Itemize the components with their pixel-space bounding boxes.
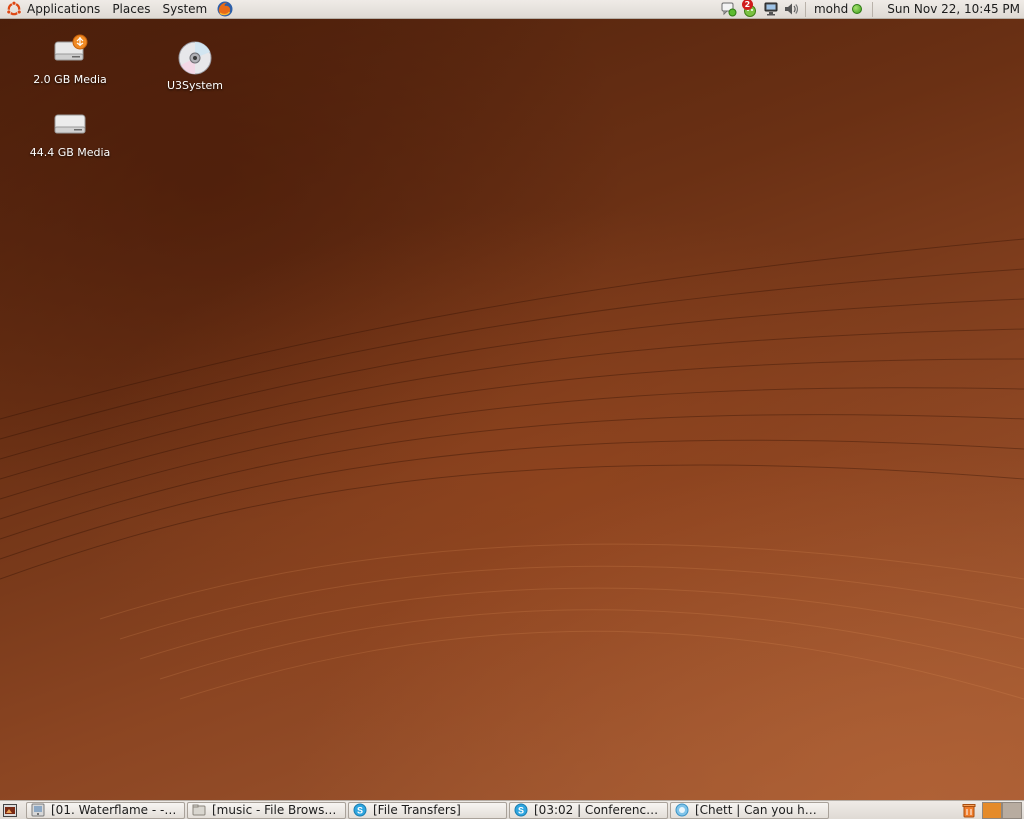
workspace-2[interactable]: [1002, 801, 1022, 819]
top-panel: Applications Places System 2 mohd Sun No…: [0, 0, 1024, 19]
task-button-conference-call[interactable]: S [03:02 | Conference Ca...: [509, 801, 668, 819]
workspace-1[interactable]: [982, 801, 1002, 819]
desktop-icon-label: U3System: [166, 79, 224, 92]
bottom-panel: [01. Waterflame - -Con... [music - File …: [0, 800, 1024, 819]
hard-drive-icon: [54, 114, 86, 134]
clock[interactable]: Sun Nov 22, 10:45 PM: [877, 2, 1024, 16]
task-button-chat[interactable]: [Chett | Can you hear ...: [670, 801, 829, 819]
task-button-audio-player[interactable]: [01. Waterflame - -Con...: [26, 801, 185, 819]
system-menu[interactable]: System: [156, 0, 213, 19]
firefox-icon[interactable]: [216, 0, 234, 18]
desktop-icon-label: 2.0 GB Media: [33, 73, 107, 86]
task-label: [03:02 | Conference Ca...: [534, 803, 663, 817]
skype-icon: S: [353, 803, 367, 817]
task-label: [File Transfers]: [373, 803, 461, 817]
user-name[interactable]: mohd: [814, 2, 848, 16]
desktop[interactable]: 2.0 GB Media U3System 44.4 GB Media: [0, 19, 1024, 800]
applications-menu[interactable]: Applications: [0, 0, 106, 19]
cd-icon: [178, 41, 212, 75]
bottom-right-area: [961, 801, 1024, 819]
desktop-icon-usb-media[interactable]: 2.0 GB Media: [25, 32, 115, 86]
applications-menu-label: Applications: [27, 2, 101, 16]
task-button-file-browser[interactable]: [music - File Browser]: [187, 801, 346, 819]
system-menu-label: System: [162, 2, 208, 16]
window-list: [01. Waterflame - -Con... [music - File …: [26, 801, 831, 819]
svg-text:S: S: [357, 806, 363, 816]
network-icon[interactable]: [763, 1, 779, 17]
ubuntu-logo-icon: [6, 1, 22, 16]
system-tray: 2 mohd Sun Nov 22, 10:45 PM: [719, 0, 1024, 19]
show-desktop-icon: [3, 803, 17, 817]
trash-icon[interactable]: [961, 802, 977, 818]
svg-text:S: S: [518, 806, 524, 816]
notification-indicator[interactable]: 2: [741, 0, 759, 17]
tray-separator: [804, 1, 806, 17]
volume-icon[interactable]: [783, 1, 799, 17]
places-menu-label: Places: [112, 2, 151, 16]
skype-icon: [675, 803, 689, 817]
desktop-icon-label: 44.4 GB Media: [29, 146, 111, 159]
wallpaper-waves: [0, 238, 1024, 700]
usb-drive-icon: [54, 34, 88, 61]
desktop-icon-hdd-media[interactable]: 44.4 GB Media: [25, 105, 115, 159]
skype-icon: S: [514, 803, 528, 817]
task-button-file-transfers[interactable]: S [File Transfers]: [348, 801, 507, 819]
task-label: [01. Waterflame - -Con...: [51, 803, 180, 817]
task-label: [music - File Browser]: [212, 803, 341, 817]
tray-separator: [872, 1, 874, 17]
folder-icon: [192, 804, 206, 816]
show-desktop-button[interactable]: [0, 801, 20, 819]
audio-player-icon: [31, 803, 45, 817]
places-menu[interactable]: Places: [106, 0, 156, 19]
chat-status-icon[interactable]: [721, 1, 737, 17]
online-status-icon[interactable]: [852, 4, 863, 14]
task-label: [Chett | Can you hear ...: [695, 803, 824, 817]
desktop-icon-u3system[interactable]: U3System: [150, 38, 240, 92]
